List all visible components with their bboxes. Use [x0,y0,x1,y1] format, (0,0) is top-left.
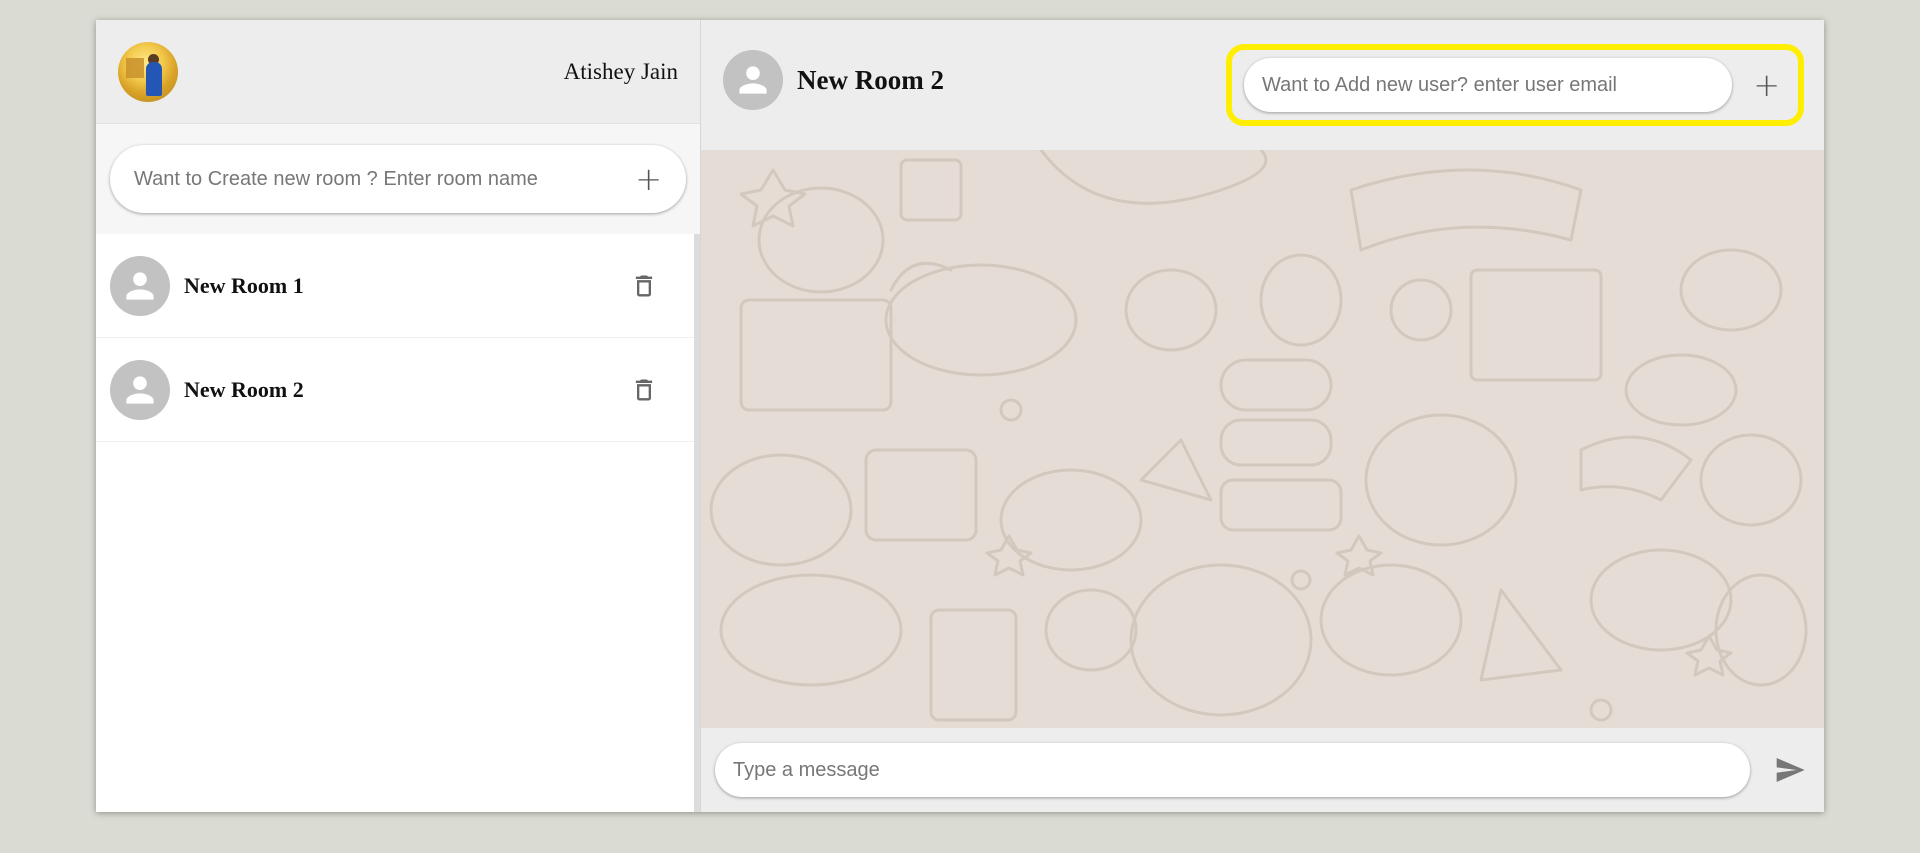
delete-room-icon[interactable] [624,370,664,410]
room-list: New Room 1 New Room 2 [96,234,700,812]
room-name: New Room 1 [184,272,304,298]
add-room-icon[interactable]: + [635,163,662,195]
add-user-highlight: + [1226,44,1804,126]
chat-header: New Room 2 + [701,20,1824,150]
new-room-pill: + [110,145,686,213]
user-avatar[interactable] [118,41,178,102]
new-room-input[interactable] [132,166,636,192]
room-avatar-icon [110,255,170,316]
message-pill [715,743,1750,797]
doodle-wallpaper [709,150,1808,722]
add-user-icon[interactable]: + [1753,69,1780,101]
room-item-2[interactable]: New Room 2 [96,338,700,442]
room-item-1[interactable]: New Room 1 [96,234,700,338]
chat-room-avatar-icon [723,50,783,110]
sidebar: Atishey Jain + New Room 1 [96,20,701,812]
delete-room-icon[interactable] [624,266,664,306]
chat-messages-area [701,150,1824,728]
room-list-scrollbar[interactable] [694,234,700,812]
sidebar-header: Atishey Jain [96,20,700,124]
chat-panel: New Room 2 + [701,20,1824,812]
add-user-email-input[interactable] [1260,72,1716,98]
send-icon[interactable] [1770,750,1810,790]
avatar-background [126,57,144,78]
avatar-person-body [146,61,162,96]
room-avatar-icon [110,359,170,420]
chat-app-window: Atishey Jain + New Room 1 [96,20,1824,812]
new-room-bar: + [96,124,700,234]
room-name: New Room 2 [184,376,304,402]
add-user-pill [1244,58,1732,112]
message-input[interactable] [731,757,1734,783]
user-name: Atishey Jain [563,58,678,84]
chat-room-title: New Room 2 [797,64,944,95]
chat-footer [701,728,1824,812]
